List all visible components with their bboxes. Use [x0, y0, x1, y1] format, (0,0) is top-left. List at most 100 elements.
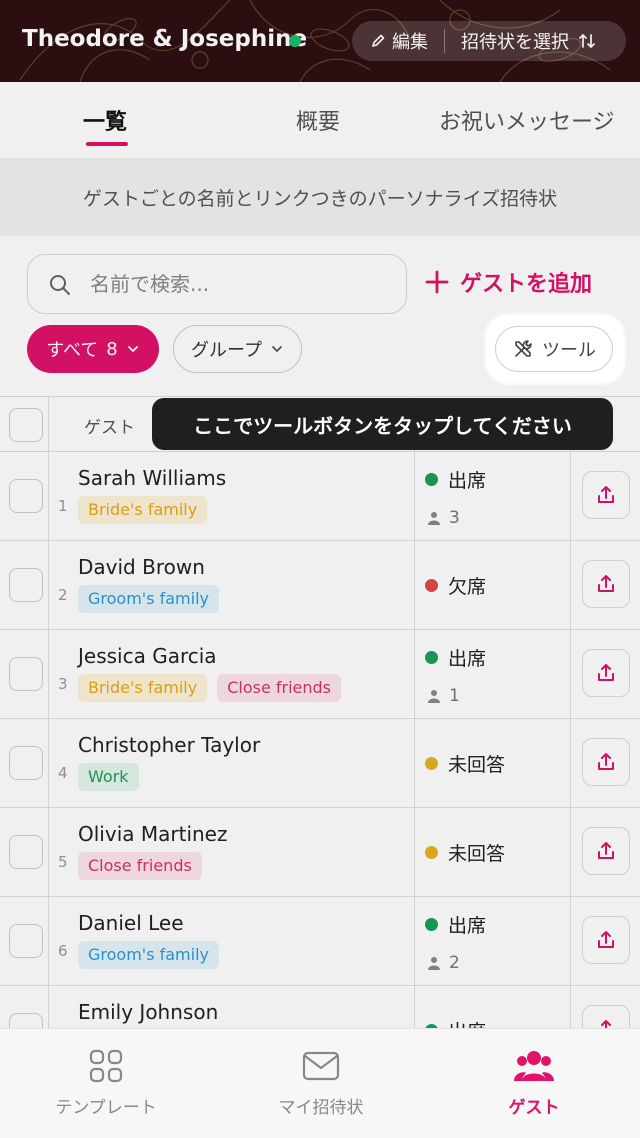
rsvp-status-label: 出席: [448, 470, 487, 492]
table-row[interactable]: 4 Christopher Taylor Work 未回答: [0, 719, 640, 808]
column-divider: [48, 397, 49, 451]
header-divider: [444, 29, 445, 53]
edit-button[interactable]: 編集: [352, 28, 428, 54]
guest-table: ゲスト 1 Sarah Williams Bride's family 出席 3: [0, 396, 640, 1075]
search-icon: [50, 275, 70, 295]
header-actions: 編集 招待状を選択: [352, 21, 626, 61]
tab-overview[interactable]: 概要: [296, 104, 340, 136]
status-dot: [425, 757, 438, 770]
nav-label-templates: テンプレート: [55, 1098, 157, 1118]
filter-all-count: 8: [106, 338, 118, 360]
filter-group-label: グループ: [191, 340, 262, 361]
share-button[interactable]: [582, 649, 630, 697]
share-icon: [598, 486, 614, 503]
column-divider: [570, 541, 571, 629]
guest-name[interactable]: David Brown: [78, 555, 205, 579]
column-divider: [48, 808, 49, 896]
column-divider: [414, 719, 415, 807]
guest-tags: Bride's family: [78, 496, 208, 524]
online-status-dot: [289, 35, 301, 47]
couple-name: Theodore & Josephine: [22, 26, 308, 52]
table-row[interactable]: 3 Jessica Garcia Bride's family Close fri…: [0, 630, 640, 719]
row-checkbox[interactable]: [9, 657, 43, 691]
tool-button[interactable]: ツール: [495, 326, 613, 372]
select-invitation-label: 招待状を選択: [461, 32, 569, 53]
guest-name[interactable]: Christopher Taylor: [78, 733, 260, 757]
table-row[interactable]: 1 Sarah Williams Bride's family 出席 3: [0, 452, 640, 541]
status-dot: [425, 846, 438, 859]
bottom-navigation: テンプレート マイ招待状 ゲスト: [0, 1028, 640, 1138]
filter-all-label: すべて: [46, 340, 99, 361]
row-number: 2: [58, 586, 68, 604]
filter-all-chip[interactable]: すべて 8: [27, 325, 159, 373]
guest-name[interactable]: Emily Johnson: [78, 1000, 218, 1024]
guest-group-tag: Work: [78, 763, 139, 791]
add-guest-button[interactable]: ゲストを追加: [424, 266, 592, 298]
column-divider: [48, 630, 49, 718]
row-checkbox[interactable]: [9, 479, 43, 513]
nav-item-my-invitations[interactable]: マイ招待状: [241, 1049, 401, 1118]
share-icon: [598, 931, 614, 948]
rsvp-status-label: 未回答: [448, 754, 506, 776]
row-number: 6: [58, 942, 68, 960]
column-divider: [48, 719, 49, 807]
share-button[interactable]: [582, 738, 630, 786]
rsvp-status: 欠席: [425, 572, 486, 599]
attendee-count-value: 2: [449, 953, 460, 973]
search-input[interactable]: [90, 255, 390, 312]
attendee-count: 3: [427, 508, 460, 528]
tutorial-tooltip: ここでツールボタンをタップしてください: [152, 398, 613, 450]
guest-tags: Close friends: [78, 852, 202, 880]
tab-description: ゲストごとの名前とリンクつきのパーソナライズ招待状: [0, 158, 640, 236]
share-icon: [598, 753, 614, 770]
table-row[interactable]: 5 Olivia Martinez Close friends 未回答: [0, 808, 640, 897]
person-icon: [428, 957, 440, 970]
column-divider: [570, 719, 571, 807]
table-row[interactable]: 6 Daniel Lee Groom's family 出席 2: [0, 897, 640, 986]
guest-group-tag: Groom's family: [78, 941, 219, 969]
select-all-checkbox[interactable]: [9, 408, 43, 442]
tab-list[interactable]: 一覧: [83, 104, 127, 136]
table-row[interactable]: 2 David Brown Groom's family 欠席: [0, 541, 640, 630]
tab-messages[interactable]: お祝いメッセージ: [439, 104, 615, 136]
row-checkbox[interactable]: [9, 568, 43, 602]
pencil-icon: [372, 34, 385, 47]
share-button[interactable]: [582, 827, 630, 875]
tools-icon: [515, 340, 532, 357]
guest-name[interactable]: Sarah Williams: [78, 466, 226, 490]
guest-tags: Groom's family: [78, 585, 219, 613]
column-divider: [414, 452, 415, 540]
guest-name[interactable]: Daniel Lee: [78, 911, 184, 935]
filter-group-chip[interactable]: グループ: [173, 325, 302, 373]
guest-tags: Work: [78, 763, 139, 791]
share-button[interactable]: [582, 916, 630, 964]
active-tab-indicator: [86, 142, 128, 146]
rsvp-status: 出席: [425, 911, 486, 938]
guest-name[interactable]: Olivia Martinez: [78, 822, 227, 846]
column-divider: [48, 897, 49, 985]
select-invitation-button[interactable]: 招待状を選択: [461, 28, 597, 54]
envelope-icon: [302, 1051, 340, 1081]
edit-label: 編集: [392, 32, 428, 53]
column-divider: [414, 897, 415, 985]
nav-item-guests[interactable]: ゲスト: [454, 1049, 614, 1118]
share-button[interactable]: [582, 471, 630, 519]
guest-name[interactable]: Jessica Garcia: [78, 644, 217, 668]
guest-group-tag: Close friends: [78, 852, 202, 880]
column-divider: [414, 541, 415, 629]
guest-group-tag: Groom's family: [78, 585, 219, 613]
guest-tags: Bride's family Close friends: [78, 674, 342, 702]
column-divider: [48, 452, 49, 540]
person-icon: [428, 690, 440, 703]
row-checkbox[interactable]: [9, 746, 43, 780]
share-button[interactable]: [582, 560, 630, 608]
chevron-down-icon: [127, 346, 138, 352]
rsvp-status: 未回答: [425, 750, 505, 777]
row-checkbox[interactable]: [9, 924, 43, 958]
column-divider: [414, 630, 415, 718]
nav-item-templates[interactable]: テンプレート: [26, 1049, 186, 1118]
guest-group-tag: Bride's family: [78, 674, 208, 702]
row-number: 3: [58, 675, 68, 693]
guest-tags: Groom's family: [78, 941, 219, 969]
row-checkbox[interactable]: [9, 835, 43, 869]
